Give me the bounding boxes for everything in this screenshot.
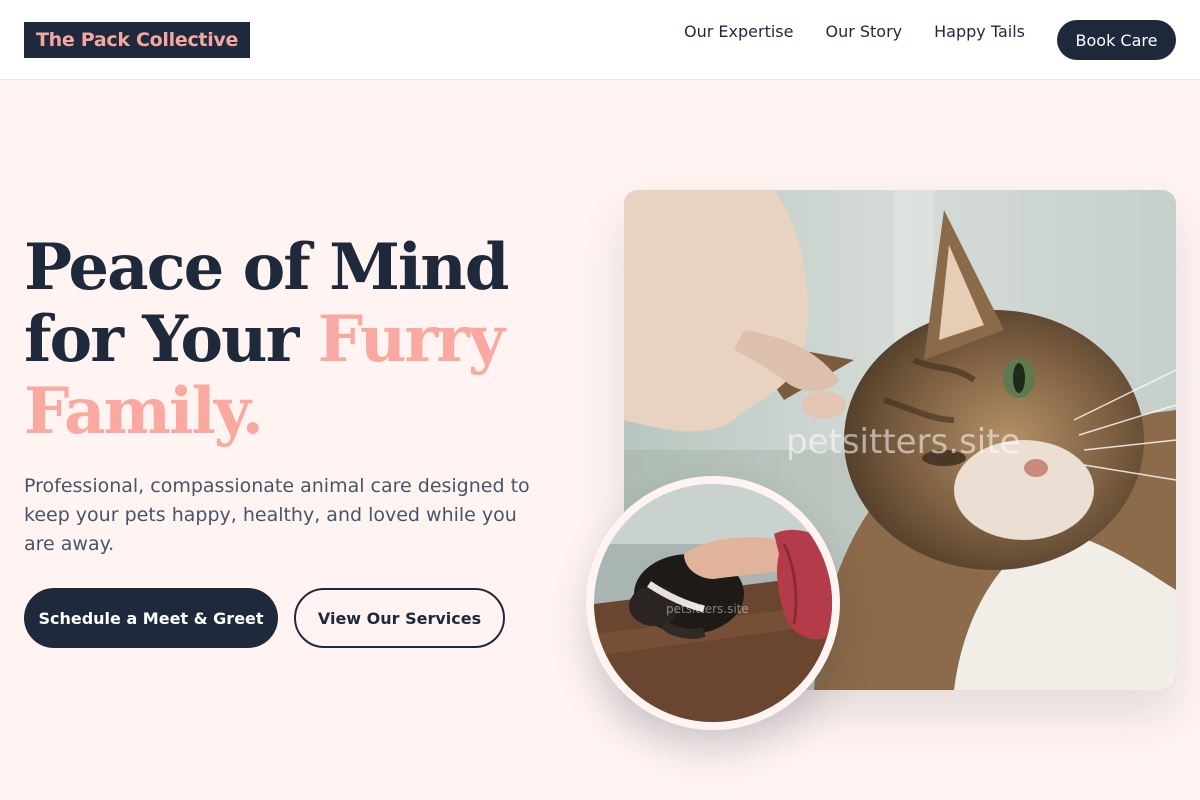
main-image-watermark: petsitters.site — [786, 422, 1021, 462]
book-care-button[interactable]: Book Care — [1057, 20, 1176, 60]
navbar: The Pack Collective Our Expertise Our St… — [0, 0, 1200, 80]
schedule-meet-greet-button[interactable]: Schedule a Meet & Greet — [24, 588, 278, 648]
nav-link-our-story[interactable]: Our Story — [825, 22, 902, 42]
hero-title-line-1: Peace of Mind — [24, 230, 509, 305]
hero-title-accent-furry: Furry — [317, 302, 505, 377]
brand-logo[interactable]: The Pack Collective — [24, 22, 251, 58]
nav-link-our-expertise[interactable]: Our Expertise — [684, 22, 793, 42]
nav-link-happy-tails[interactable]: Happy Tails — [934, 22, 1025, 42]
hero-title-line-2: for Your — [24, 302, 318, 377]
main-nav: Our Expertise Our Story Happy Tails — [684, 22, 1025, 42]
inset-puppy-photo: petsitters.site — [586, 476, 840, 730]
hero-title: Peace of Mind for Your Furry Family. — [24, 232, 584, 448]
hero-description: Professional, compassionate animal care … — [24, 475, 530, 555]
inset-image-watermark: petsitters.site — [666, 602, 749, 616]
hero-title-accent-family: Family. — [24, 374, 264, 449]
view-services-button[interactable]: View Our Services — [294, 588, 505, 648]
